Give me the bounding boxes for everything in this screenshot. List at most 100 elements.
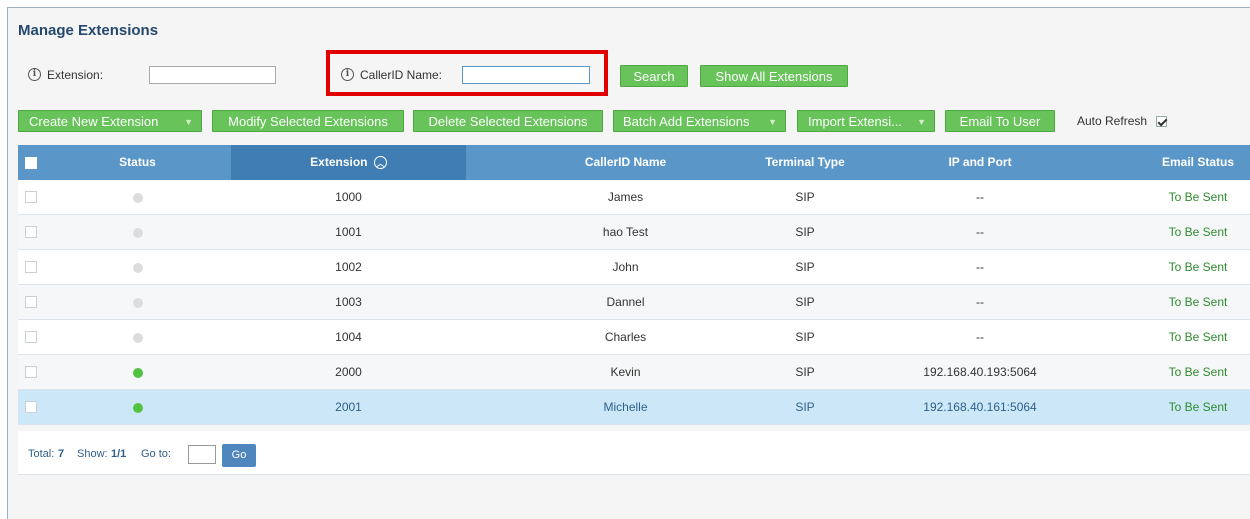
table-row[interactable]: 1001 hao Test SIP -- To Be Sent: [18, 215, 1250, 250]
status-offline-icon: [132, 262, 143, 273]
terminal-type-cell: SIP: [795, 295, 815, 309]
row-checkbox[interactable]: [25, 401, 37, 413]
terminal-type-cell: SIP: [795, 260, 815, 274]
table-row[interactable]: 1000 James SIP -- To Be Sent: [18, 180, 1250, 215]
email-to-user-button[interactable]: Email To User: [945, 110, 1055, 132]
extension-cell: 1002: [335, 260, 362, 274]
row-checkbox[interactable]: [25, 226, 37, 238]
sort-ascending-icon[interactable]: ︿: [373, 156, 387, 170]
status-offline-icon: [132, 332, 143, 343]
search-button[interactable]: Search: [620, 65, 688, 87]
table-header: Status Extension ︿ CallerID Name Termina…: [18, 145, 1250, 180]
status-cell: [44, 250, 231, 285]
extension-filter-label: i Extension:: [28, 67, 103, 82]
extension-cell: 1000: [335, 190, 362, 204]
row-checkbox[interactable]: [25, 296, 37, 308]
status-cell: [44, 180, 231, 215]
goto-page-input[interactable]: [188, 445, 216, 464]
table-row[interactable]: 1003 Dannel SIP -- To Be Sent: [18, 285, 1250, 320]
extension-search-input[interactable]: [149, 66, 276, 84]
terminal-type-cell: SIP: [795, 190, 815, 204]
table-row[interactable]: 2001 Michelle SIP 192.168.40.161:5064 To Be …: [18, 390, 1250, 425]
status-cell: [44, 320, 231, 355]
status-offline-icon: [132, 227, 143, 238]
row-select-cell: [18, 180, 44, 215]
extension-label-text: Extension:: [47, 67, 104, 82]
status-online-icon: [132, 402, 143, 413]
column-header-email-status[interactable]: Email Status: [1148, 145, 1248, 180]
chevron-down-icon[interactable]: ▼: [768, 111, 777, 133]
goto-label: Go to:: [141, 448, 171, 460]
go-button[interactable]: Go: [222, 444, 256, 467]
info-icon[interactable]: i: [28, 68, 41, 82]
row-checkbox[interactable]: [25, 261, 37, 273]
pagination-bar: Total: 7 Show: 1/1 Go to: Go: [18, 431, 1250, 475]
status-cell: [44, 215, 231, 250]
import-extensions-label: Import Extensi...: [808, 114, 902, 129]
extension-cell: 2000: [335, 365, 362, 379]
terminal-type-cell: SIP: [795, 330, 815, 344]
delete-selected-extensions-button[interactable]: Delete Selected Extensions: [413, 110, 603, 132]
email-status-cell: To Be Sent: [1168, 330, 1228, 344]
status-online-icon: [132, 367, 143, 378]
row-select-cell: [18, 285, 44, 320]
create-new-extension-button[interactable]: Create New Extension ▼: [18, 110, 202, 132]
row-select-cell: [18, 320, 44, 355]
show-label: Show:: [77, 448, 108, 460]
auto-refresh-checkbox[interactable]: [1156, 116, 1168, 128]
modify-selected-extensions-button[interactable]: Modify Selected Extensions: [212, 110, 404, 132]
ip-port-cell: --: [976, 330, 984, 344]
row-select-cell: [18, 355, 44, 390]
status-cell: [44, 355, 231, 390]
email-status-cell: To Be Sent: [1168, 260, 1228, 274]
table-row[interactable]: 2000 Kevin SIP 192.168.40.193:5064 To Be Sen…: [18, 355, 1250, 390]
select-all-cell: [18, 145, 44, 180]
column-header-extension-label: Extension: [310, 155, 368, 169]
extension-cell: 2001: [335, 400, 362, 414]
column-header-ip-port[interactable]: IP and Port: [885, 145, 1075, 180]
extension-cell: 1001: [335, 225, 362, 239]
chevron-down-icon[interactable]: ▼: [917, 111, 926, 133]
row-checkbox[interactable]: [25, 366, 37, 378]
status-cell: [44, 390, 231, 425]
column-header-status[interactable]: Status: [44, 145, 231, 180]
ip-port-cell: --: [976, 190, 984, 204]
email-status-cell: To Be Sent: [1168, 400, 1228, 414]
row-checkbox[interactable]: [25, 191, 37, 203]
email-status-cell: To Be Sent: [1168, 295, 1228, 309]
status-cell: [44, 285, 231, 320]
ip-port-cell: 192.168.40.193:5064: [923, 365, 1037, 379]
terminal-type-cell: SIP: [795, 400, 815, 414]
batch-add-extensions-button[interactable]: Batch Add Extensions ▼: [613, 110, 786, 132]
table-row[interactable]: 1002 John SIP -- To Be Sent: [18, 250, 1250, 285]
batch-add-extensions-label: Batch Add Extensions: [623, 114, 750, 129]
highlight-annotation: [326, 50, 608, 96]
status-offline-icon: [132, 192, 143, 203]
show-all-extensions-button[interactable]: Show All Extensions: [700, 65, 848, 87]
extensions-table: Status Extension ︿ CallerID Name Termina…: [18, 145, 1250, 425]
ip-port-cell: --: [976, 260, 984, 274]
total-value: 7: [58, 448, 65, 460]
page-title: Manage Extensions: [18, 22, 159, 39]
column-header-terminal-type[interactable]: Terminal Type: [725, 145, 885, 180]
extension-cell: 1004: [335, 330, 362, 344]
import-extensions-button[interactable]: Import Extensi... ▼: [797, 110, 935, 132]
row-select-cell: [18, 215, 44, 250]
row-select-cell: [18, 390, 44, 425]
ip-port-cell: 192.168.40.161:5064: [923, 400, 1037, 414]
show-value: 1/1: [111, 448, 127, 460]
total-label: Total:: [28, 448, 55, 460]
row-select-cell: [18, 250, 44, 285]
table-row[interactable]: 1004 Charles SIP -- To Be Sent: [18, 320, 1250, 355]
email-status-cell: To Be Sent: [1168, 365, 1228, 379]
column-header-extension[interactable]: Extension ︿: [231, 145, 466, 180]
auto-refresh-toggle[interactable]: Auto Refresh: [1077, 114, 1168, 128]
extension-cell: 1003: [335, 295, 362, 309]
terminal-type-cell: SIP: [795, 225, 815, 239]
select-all-checkbox[interactable]: [25, 157, 37, 169]
create-new-extension-label: Create New Extension: [29, 114, 159, 129]
row-checkbox[interactable]: [25, 331, 37, 343]
auto-refresh-label: Auto Refresh: [1077, 114, 1148, 128]
chevron-down-icon[interactable]: ▼: [184, 111, 193, 133]
ip-port-cell: --: [976, 225, 984, 239]
